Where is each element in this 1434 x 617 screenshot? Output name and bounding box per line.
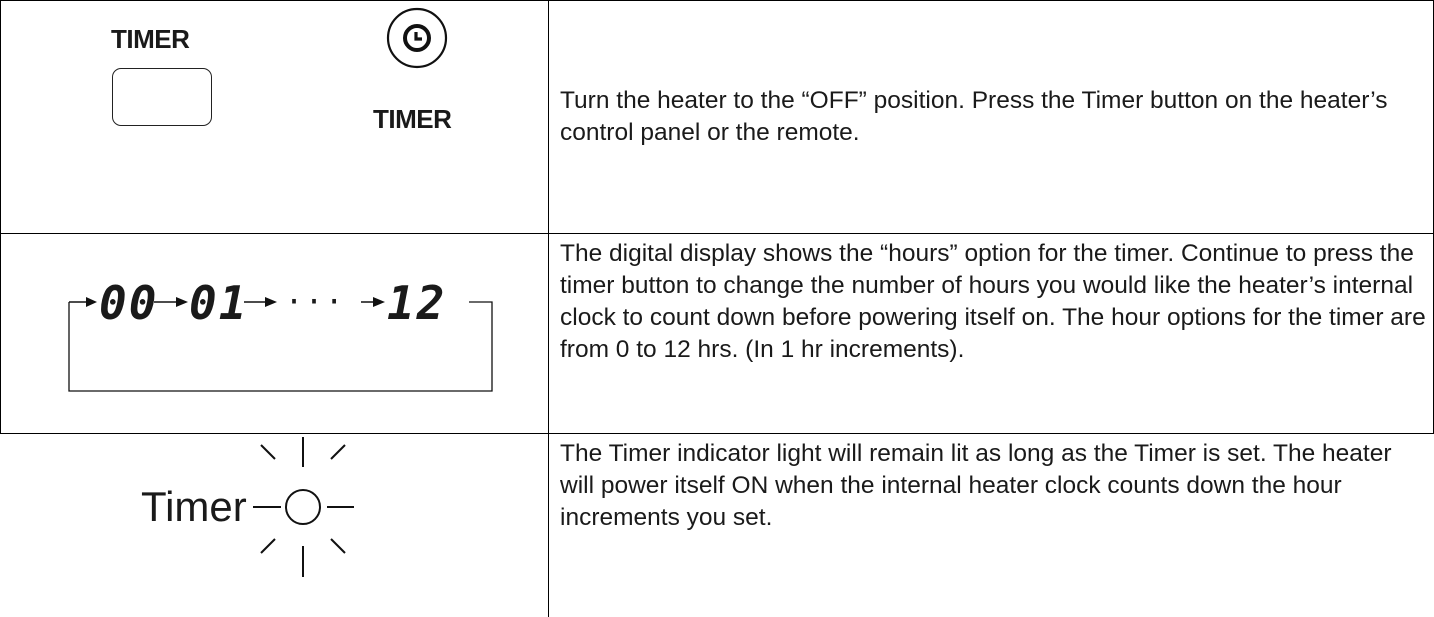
display-value-12: 12: [387, 276, 447, 330]
table-row: TIMER TIMER Turn the heater to the “OFF”…: [0, 0, 1434, 233]
instruction-text: The Timer indicator light will remain li…: [560, 440, 1392, 531]
instruction-text: Turn the heater to the “OFF” position. P…: [560, 87, 1388, 146]
table-row: 00 01 ··· 12 The digital display shows t…: [0, 233, 1434, 433]
clock-icon: [386, 7, 448, 69]
indicator-illustration: Timer: [1, 433, 548, 617]
instruction-text: The digital display shows the “hours” op…: [560, 240, 1426, 363]
display-illustration: 00 01 ··· 12: [1, 233, 548, 433]
remote-timer-label: TIMER: [373, 104, 452, 134]
panel-illustration: TIMER TIMER: [1, 0, 548, 233]
indicator-light-icon: [253, 437, 354, 577]
cycle-arrow-icon: [68, 297, 493, 392]
display-value-00: 00: [99, 276, 159, 330]
blank-button-icon: [112, 68, 212, 126]
table-row: Timer The Timer indicator light will rem…: [0, 433, 1434, 617]
display-value-01: 01: [189, 276, 249, 330]
panel-timer-label: TIMER: [111, 24, 190, 54]
indicator-timer-label: Timer: [141, 483, 247, 530]
display-ellipsis: ···: [285, 285, 346, 320]
